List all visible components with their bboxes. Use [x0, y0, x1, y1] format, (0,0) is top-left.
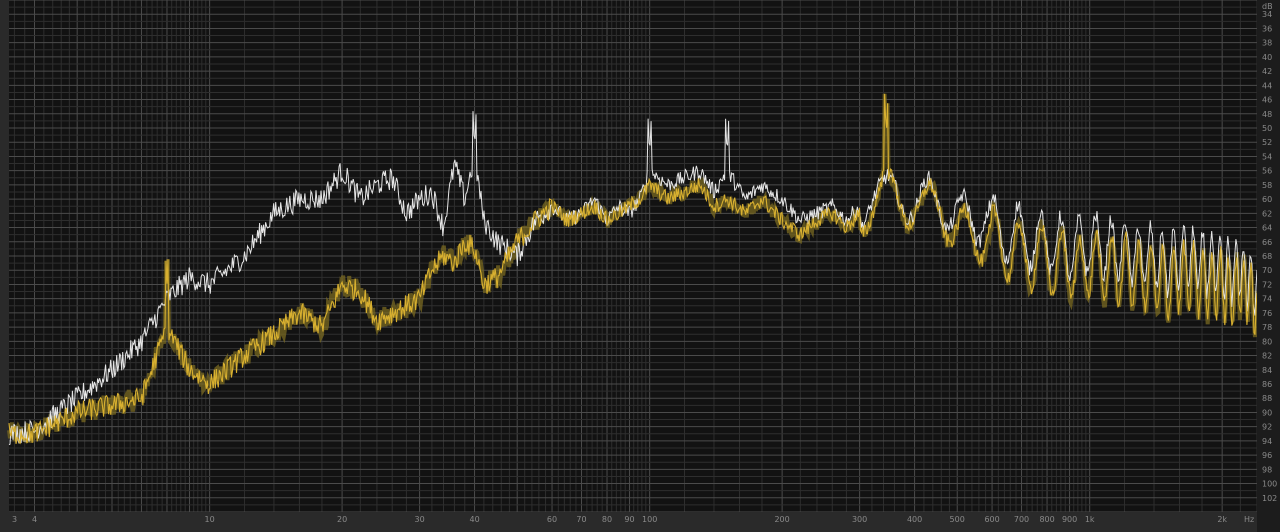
y-tick-label: 48 — [1262, 110, 1272, 119]
x-tick-label: 1k — [1085, 515, 1095, 524]
x-tick-label: 100 — [642, 515, 657, 524]
y-tick-label: 92 — [1262, 423, 1272, 432]
y-tick-label: 66 — [1262, 238, 1272, 247]
x-tick-label: 10 — [205, 515, 215, 524]
x-tick-label: 40 — [470, 515, 480, 524]
x-tick-label: 2k — [1217, 515, 1227, 524]
y-tick-label: 80 — [1262, 337, 1272, 346]
x-tick-label: 300 — [852, 515, 867, 524]
y-tick-label: 64 — [1262, 224, 1272, 233]
x-tick-label: 70 — [576, 515, 586, 524]
y-tick-label: 70 — [1262, 266, 1272, 275]
x-tick-label: 3 — [12, 515, 17, 524]
y-tick-label: 44 — [1262, 81, 1272, 90]
y-tick-label: 46 — [1262, 96, 1272, 105]
x-tick-label: 600 — [984, 515, 999, 524]
y-unit-label: dB — [1262, 2, 1273, 11]
y-tick-label: 98 — [1262, 465, 1272, 474]
y-tick-label: 84 — [1262, 366, 1272, 375]
y-tick-label: 34 — [1262, 10, 1272, 19]
x-tick-label: 30 — [415, 515, 425, 524]
y-tick-label: 94 — [1262, 437, 1272, 446]
y-tick-label: 76 — [1262, 309, 1272, 318]
y-tick-label: 88 — [1262, 394, 1272, 403]
x-tick-label: 500 — [950, 515, 965, 524]
x-unit-label: Hz — [1244, 515, 1254, 524]
y-tick-label: 50 — [1262, 124, 1272, 133]
x-tick-label: 900 — [1062, 515, 1077, 524]
x-tick-label: 4 — [32, 515, 37, 524]
spectrum-analyzer-plot: 3 4 10 20 30 40 60 70 80 90 100 200 300 400 500 600 700 8… — [0, 0, 1280, 532]
y-tick-label: 60 — [1262, 195, 1272, 204]
y-tick-label: 54 — [1262, 152, 1272, 161]
y-tick-label: 100 — [1262, 480, 1277, 489]
y-tick-label: 56 — [1262, 167, 1272, 176]
x-tick-label: 80 — [602, 515, 612, 524]
y-tick-label: 62 — [1262, 209, 1272, 218]
x-tick-label: 90 — [624, 515, 634, 524]
x-tick-label: 20 — [337, 515, 347, 524]
y-tick-label: 82 — [1262, 352, 1272, 361]
y-tick-label: 36 — [1262, 24, 1272, 33]
y-tick-label: 40 — [1262, 53, 1272, 62]
x-tick-label: 700 — [1014, 515, 1029, 524]
y-tick-label: 58 — [1262, 181, 1272, 190]
y-tick-label: 72 — [1262, 280, 1272, 289]
x-tick-label: 200 — [774, 515, 789, 524]
y-tick-label: 90 — [1262, 408, 1272, 417]
y-tick-label: 68 — [1262, 252, 1272, 261]
x-tick-label: 800 — [1039, 515, 1054, 524]
x-tick-label: 60 — [547, 515, 557, 524]
y-tick-label: 52 — [1262, 138, 1272, 147]
y-tick-label: 38 — [1262, 39, 1272, 48]
y-tick-label: 102 — [1262, 494, 1277, 503]
y-tick-label: 96 — [1262, 451, 1272, 460]
y-tick-label: 86 — [1262, 380, 1272, 389]
y-tick-label: 42 — [1262, 67, 1272, 76]
y-tick-label: 78 — [1262, 323, 1272, 332]
y-tick-label: 74 — [1262, 295, 1272, 304]
x-tick-label: 400 — [907, 515, 922, 524]
